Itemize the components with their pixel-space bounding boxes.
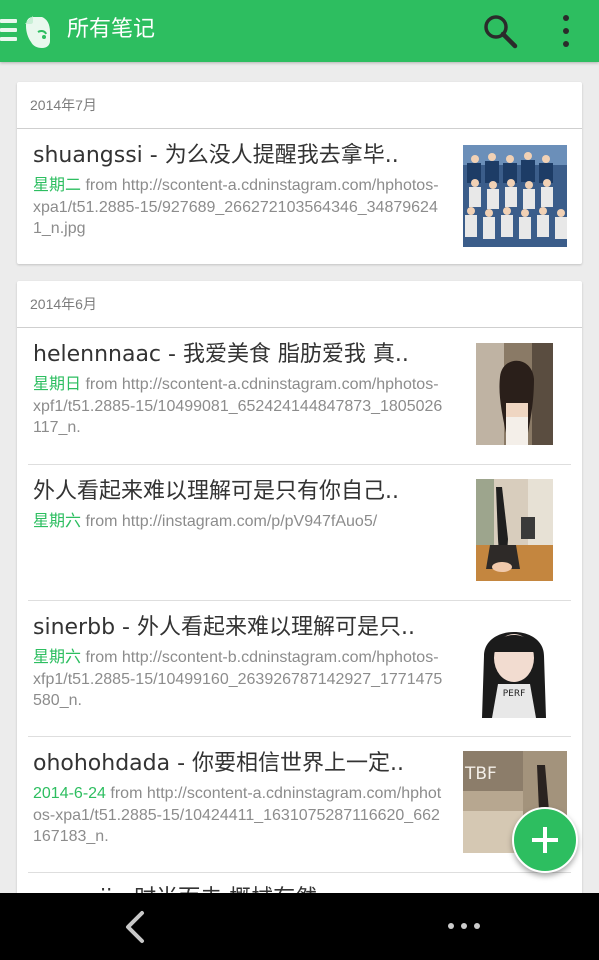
note-date: 2014-6-24 — [33, 785, 106, 802]
note-meta: 2014-6-24 from http://scontent-a.cdninst… — [33, 783, 445, 848]
add-note-button[interactable] — [512, 807, 578, 873]
evernote-elephant-icon — [25, 16, 50, 48]
note-item[interactable]: sinerbb - 外人看起来难以理解可是只.. 星期六 from http:/… — [17, 601, 582, 737]
note-item[interactable]: shuangssi - 为么没人提醒我去拿毕.. 星期二 from http:/… — [17, 129, 582, 264]
system-nav-bar — [0, 893, 599, 960]
note-thumbnail — [476, 479, 553, 581]
thumbnail-caption: TBF — [464, 764, 497, 784]
note-title: helennnaac - 我爱美食 脂肪爱我 真.. — [33, 342, 409, 367]
note-item[interactable]: 外人看起来难以理解可是只有你自己.. 星期六 from http://insta… — [17, 465, 582, 601]
note-date: 星期六 — [33, 513, 82, 530]
thumbnail-caption: PERF — [503, 689, 526, 699]
note-source: from http://instagram.com/p/pV947fAuo5/ — [81, 513, 378, 530]
page-title: 所有笔记 — [67, 17, 156, 42]
note-date: 星期二 — [33, 177, 82, 194]
back-chevron-icon[interactable] — [120, 909, 150, 945]
note-item[interactable]: ohohohdada - 你要相信世界上一定.. 2014-6-24 from … — [17, 737, 582, 873]
hamburger-icon[interactable] — [0, 19, 17, 41]
section-header: 2014年6月 — [17, 281, 582, 328]
note-meta: 星期日 from http://scontent-a.cdninstagram.… — [33, 374, 445, 439]
section-card-july: 2014年7月 shuangssi - 为么没人提醒我去拿毕.. 星期二 fro… — [17, 82, 582, 264]
more-vert-icon[interactable] — [551, 12, 581, 50]
note-date: 星期日 — [33, 376, 82, 393]
note-source: from http://scontent-a.cdninstagram.com/… — [33, 177, 439, 237]
note-thumbnail — [463, 145, 567, 247]
section-card-june: 2014年6月 helennnaac - 我爱美食 脂肪爱我 真.. 星期日 f… — [17, 281, 582, 921]
note-item[interactable]: helennnaac - 我爱美食 脂肪爱我 真.. 星期日 from http… — [17, 328, 582, 464]
note-title: ohohohdada - 你要相信世界上一定.. — [33, 751, 405, 776]
note-source: from http://scontent-a.cdninstagram.com/… — [33, 376, 443, 436]
search-icon[interactable] — [482, 13, 518, 49]
note-date: 星期六 — [33, 649, 82, 666]
note-title: shuangssi - 为么没人提醒我去拿毕.. — [33, 143, 399, 168]
note-source: from http://scontent-b.cdninstagram.com/… — [33, 649, 443, 709]
note-thumbnail: PERF — [476, 616, 553, 718]
section-header: 2014年7月 — [17, 82, 582, 129]
app-bar: 所有笔记 — [0, 0, 599, 62]
note-meta: 星期二 from http://scontent-a.cdninstagram.… — [33, 175, 445, 240]
note-thumbnail — [476, 343, 553, 445]
note-meta: 星期六 from http://scontent-b.cdninstagram.… — [33, 647, 445, 712]
note-meta: 星期六 from http://instagram.com/p/pV947fAu… — [33, 511, 445, 533]
note-title: sinerbb - 外人看起来难以理解可是只.. — [33, 615, 415, 640]
note-title: 外人看起来难以理解可是只有你自己.. — [33, 479, 399, 504]
overflow-dots-icon[interactable] — [440, 911, 490, 941]
